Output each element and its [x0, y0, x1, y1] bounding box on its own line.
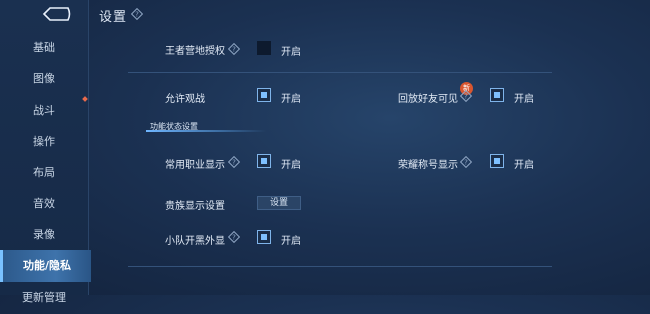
replay-friends-option-label: 开启 [514, 94, 534, 105]
allow-spectate-checkbox[interactable] [257, 88, 271, 102]
sidebar-item-basic[interactable]: 基础 [0, 32, 88, 64]
common-job-option-label: 开启 [281, 160, 301, 171]
squad-appearance-label: 小队开黑外显 [165, 236, 225, 247]
svg-text:?: ? [464, 159, 468, 167]
svg-text:?: ? [232, 159, 236, 167]
honor-title-option-label: 开启 [514, 160, 534, 171]
divider [128, 72, 552, 73]
svg-text:?: ? [232, 234, 236, 242]
help-icon[interactable]: ? [228, 156, 240, 168]
squad-appearance-checkbox[interactable] [257, 230, 271, 244]
help-icon[interactable]: ? [228, 43, 240, 55]
camp-auth-checkbox[interactable] [257, 41, 271, 55]
replay-friends-checkbox[interactable] [490, 88, 504, 102]
camp-auth-label: 王者营地授权 [165, 46, 225, 57]
noble-display-label: 贵族显示设置 [165, 201, 225, 212]
help-icon[interactable]: ? [460, 90, 472, 102]
svg-text:?: ? [232, 46, 236, 54]
noble-settings-button[interactable]: 设置 [257, 196, 301, 210]
help-icon[interactable]: ? [131, 8, 143, 20]
replay-friends-label: 回放好友可见 [398, 94, 458, 105]
camp-auth-option-label: 开启 [281, 47, 301, 58]
help-icon[interactable]: ? [460, 156, 472, 168]
svg-text:?: ? [464, 93, 468, 101]
sidebar-item-graphics[interactable]: 图像 [0, 63, 88, 95]
section-underline [146, 130, 266, 132]
sidebar-item-layout[interactable]: 布局 [0, 157, 88, 189]
allow-spectate-option-label: 开启 [281, 94, 301, 105]
sidebar-item-function-privacy[interactable]: 功能/隐私 [0, 250, 91, 282]
sidebar-item-controls[interactable]: 操作 [0, 126, 88, 158]
svg-text:?: ? [135, 11, 139, 19]
sidebar-item-sound[interactable]: 音效 [0, 188, 88, 220]
squad-appearance-option-label: 开启 [281, 236, 301, 247]
divider [128, 266, 552, 267]
sidebar-item-battle[interactable]: 战斗 [0, 95, 88, 127]
common-job-label: 常用职业显示 [165, 160, 225, 171]
sidebar: 基础 图像 战斗 操作 布局 音效 录像 功能/隐私 更新管理 [0, 0, 91, 304]
honor-title-label: 荣耀称号显示 [398, 160, 458, 171]
help-icon[interactable]: ? [228, 231, 240, 243]
honor-title-checkbox[interactable] [490, 154, 504, 168]
sidebar-item-recording[interactable]: 录像 [0, 219, 88, 251]
allow-spectate-label: 允许观战 [165, 94, 205, 105]
common-job-checkbox[interactable] [257, 154, 271, 168]
sidebar-item-update-management[interactable]: 更新管理 [0, 282, 88, 314]
back-arrow-icon[interactable] [40, 6, 72, 22]
page-title: 设置 [99, 10, 128, 25]
